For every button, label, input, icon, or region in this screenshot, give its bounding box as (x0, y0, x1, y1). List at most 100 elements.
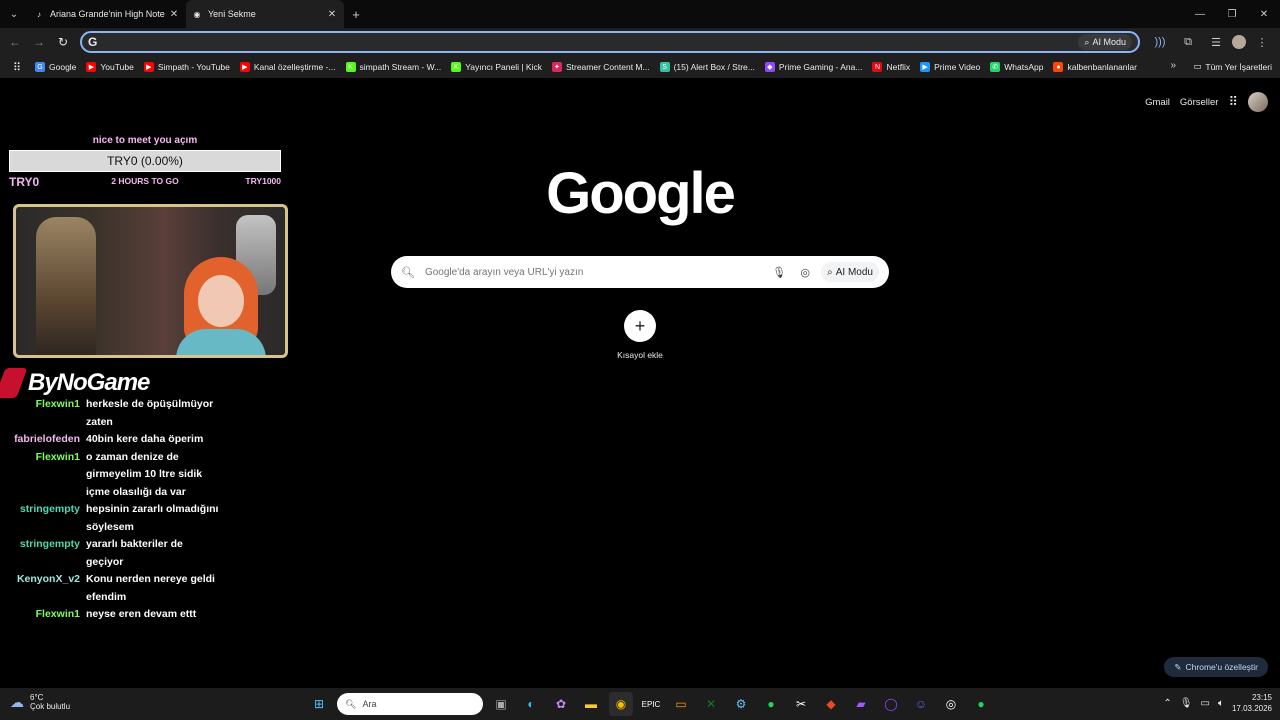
bookmark-item[interactable]: S (15) Alert Box / Stre... (655, 62, 760, 72)
edge-icon[interactable]: ◐ (519, 692, 543, 716)
minimize-button[interactable]: — (1184, 0, 1216, 28)
chat-message: Flexwin1 neyse eren devam ettt (0, 606, 230, 624)
reading-list-icon[interactable]: ☰ (1204, 30, 1228, 54)
restore-button[interactable]: ❐ (1216, 0, 1248, 28)
bookmark-item[interactable]: ✆ WhatsApp (985, 62, 1048, 72)
images-link[interactable]: Görseller (1180, 97, 1219, 108)
bookmark-item[interactable]: ▶ Kanal özelleştirme -... (235, 62, 341, 72)
bookmark-item[interactable]: K Yayıncı Paneli | Kick (446, 62, 547, 72)
tab-search-dropdown[interactable]: ⌄ (0, 0, 28, 28)
close-tab-icon[interactable]: ✕ (326, 9, 338, 20)
bookmark-label: Prime Video (934, 62, 981, 72)
chevron-up-icon[interactable]: ⌃ (1163, 698, 1171, 709)
close-tab-icon[interactable]: ✕ (168, 9, 180, 20)
display-icon[interactable]: ▭ (1201, 698, 1210, 709)
bookmark-favicon-icon: ▶ (143, 62, 154, 72)
bookmark-item[interactable]: Ksimpath Stream - W... (341, 62, 447, 72)
capcut-icon[interactable]: ✂ (789, 692, 813, 716)
customize-chrome-label: Chrome'u özelleştir (1185, 662, 1258, 672)
bookmark-label: simpath Stream - W... (359, 62, 442, 72)
goal-max-label: TRY1000 (245, 176, 281, 186)
bookmark-favicon-icon: ▶ (920, 62, 931, 72)
chat-message: stringempty hepsinin zararlı olmadığını s… (0, 501, 230, 536)
system-tray: ⌃ 🎙︎ ▭ 🔈︎ 23:15 17.03.2026 (1163, 692, 1272, 714)
twitch-icon[interactable]: ◯ (879, 692, 903, 716)
clock[interactable]: 23:15 17.03.2026 (1232, 692, 1272, 714)
bookmarks-bar: ⠿ G Google ▶ YouTube ▶ Simpath - YouTube ▶ Kana… (0, 56, 1280, 78)
close-window-button[interactable]: ✕ (1248, 0, 1280, 28)
ai-mode-label: AI Modu (1092, 37, 1126, 47)
volume-icon[interactable]: 🔈︎ (1218, 698, 1224, 709)
pencil-icon: ✎ (1174, 661, 1182, 672)
cast-icon[interactable]: ))) (1148, 30, 1172, 54)
spotify-icon[interactable]: ● (969, 692, 993, 716)
bookmark-item[interactable]: ● kalbenbanlananlar (1048, 62, 1141, 72)
sponsor-mark-icon (0, 368, 28, 398)
microphone-icon[interactable]: 🎙︎ (1180, 698, 1193, 709)
epic-games-icon[interactable]: EPIC (639, 692, 663, 716)
reload-button[interactable]: ↻ (51, 30, 75, 54)
gmail-link[interactable]: Gmail (1145, 97, 1170, 108)
donation-goal-bar: TRY0 (0.00%) (9, 150, 281, 172)
search-input[interactable] (424, 266, 770, 278)
obs-icon[interactable]: ◎ (939, 692, 963, 716)
discord-icon[interactable]: ☺ (909, 692, 933, 716)
bookmark-label: Kanal özelleştirme -... (253, 62, 336, 72)
bookmark-favicon-icon: ◆ (764, 62, 775, 72)
chat-username: stringempty (19, 503, 80, 515)
profile-avatar[interactable] (1232, 35, 1246, 49)
all-bookmarks-button[interactable]: ▭ Tüm Yer İşaretleri (1193, 61, 1272, 72)
xbox-icon[interactable]: ✕ (699, 692, 723, 716)
extensions-icon[interactable]: ⧉ (1176, 30, 1200, 54)
menu-icon[interactable]: ⋮ (1250, 30, 1274, 54)
bookmark-label: Yayıncı Paneli | Kick (465, 62, 542, 72)
goal-time-remaining: 2 HOURS TO GO (111, 176, 179, 186)
ai-mode-button[interactable]: ⌕ AI Modu (1078, 34, 1132, 50)
browser-toolbar: ← → ↻ G ⌕ AI Modu ))) ⧉ ☰ ⋮ (0, 28, 1280, 56)
weather-widget[interactable]: ☁ 6°C Çok bulutlu (10, 693, 70, 711)
all-bookmarks-label: Tüm Yer İşaretleri (1205, 61, 1272, 72)
app-icon[interactable]: ◆ (819, 692, 843, 716)
start-icon[interactable]: ⊞ (307, 692, 331, 716)
chrome-taskbar-icon[interactable]: ◉ (609, 692, 633, 716)
search-ai-mode-button[interactable]: ⌕ AI Modu (821, 262, 879, 282)
weather-desc: Çok bulutlu (30, 702, 71, 711)
add-shortcut-button[interactable]: + Kısayol ekle (614, 310, 666, 360)
bookmark-item[interactable]: ▶ Simpath - YouTube (139, 62, 235, 72)
account-avatar[interactable] (1248, 92, 1268, 112)
bookmark-item[interactable]: ✦ Streamer Content M... (547, 62, 655, 72)
steam-icon[interactable]: ⚙ (729, 692, 753, 716)
tab-new-tab[interactable]: ◉ Yeni Sekme ✕ (186, 0, 344, 28)
bookmark-item[interactable]: ▶ Prime Video (915, 62, 985, 72)
bookmark-item[interactable]: ◆ Prime Gaming - Ana... (760, 62, 868, 72)
back-button[interactable]: ← (3, 30, 27, 54)
address-bar[interactable]: G ⌕ AI Modu (80, 31, 1140, 53)
taskbar-search[interactable]: 🔍︎ Ara (337, 693, 483, 715)
bookmark-item[interactable]: G Google (30, 62, 81, 72)
chat-message: fabrielofeden 40bin kere daha öperim (0, 431, 230, 449)
file-explorer-icon[interactable]: ▬ (579, 692, 603, 716)
clipchamp-icon[interactable]: ▰ (849, 692, 873, 716)
task-view-icon[interactable]: ▣ (489, 692, 513, 716)
chat-text: yararlı bakteriler de geçiyor (86, 538, 183, 568)
google-apps-icon[interactable]: ⠿ (1228, 94, 1238, 110)
customize-chrome-button[interactable]: ✎ Chrome'u özelleştir (1164, 657, 1268, 677)
bookmark-item[interactable]: ▶ YouTube (81, 62, 138, 72)
tab-title: Yeni Sekme (208, 9, 256, 19)
lens-icon[interactable]: ◎ (795, 266, 815, 279)
spotify-icon[interactable]: ● (759, 692, 783, 716)
new-tab-button[interactable]: + (344, 7, 368, 22)
apps-icon[interactable]: ⠿ (4, 61, 30, 74)
tab-ariana[interactable]: ♪ Ariana Grande'nin High Note Pe ✕ (28, 0, 186, 28)
bookmark-item[interactable]: N Netflix (867, 62, 915, 72)
bookmark-label: Prime Gaming - Ana... (778, 62, 863, 72)
microphone-icon[interactable]: 🎙︎ (769, 266, 789, 279)
chrome-icon: ◉ (193, 9, 201, 19)
sponsor-name: ByNoGame (28, 369, 150, 396)
search-box[interactable]: 🔍︎ 🎙︎ ◎ ⌕ AI Modu (391, 256, 889, 288)
amazon-games-icon[interactable]: ▭ (669, 692, 693, 716)
forward-button[interactable]: → (27, 30, 51, 54)
donation-goal-title: nice to meet you açım (92, 135, 198, 146)
more-bookmarks-icon[interactable]: » (1170, 60, 1176, 71)
copilot-icon[interactable]: ✿ (549, 692, 573, 716)
